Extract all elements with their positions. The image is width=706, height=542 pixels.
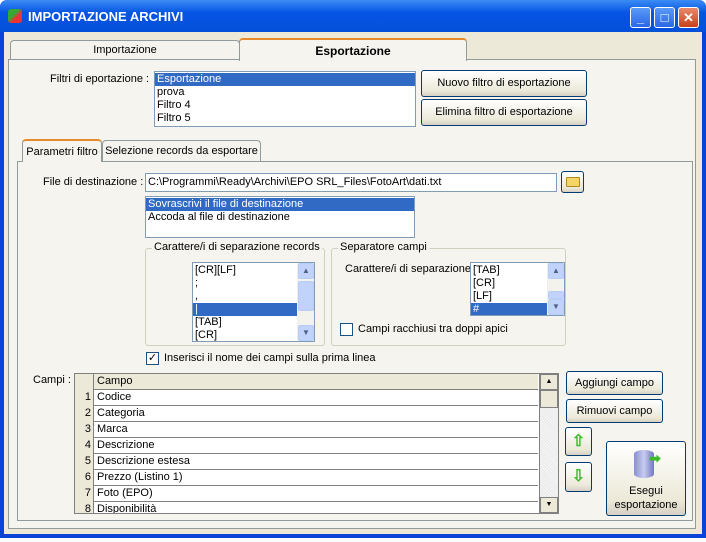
run-label: esportazione xyxy=(614,499,678,511)
write-mode-list[interactable]: Sovrascrivi il file di destinazione Acco… xyxy=(145,196,415,238)
filter-item[interactable]: Filtro 4 xyxy=(155,99,415,112)
arrow-up-icon: ⇧ xyxy=(571,433,586,450)
field-sep-item[interactable]: # xyxy=(471,303,547,315)
record-sep-item[interactable]: , xyxy=(193,290,297,303)
move-up-button[interactable]: ⇧ xyxy=(565,427,592,456)
field-sep-title: Separatore campi xyxy=(338,241,429,253)
close-button[interactable]: ✕ xyxy=(678,7,699,28)
field-sep-item[interactable]: [TAB] xyxy=(471,264,547,277)
move-down-button[interactable]: ⇩ xyxy=(565,462,592,492)
write-mode-item[interactable]: Sovrascrivi il file di destinazione xyxy=(146,198,414,211)
remove-field-button[interactable]: Rimuovi campo xyxy=(566,399,663,423)
table-row[interactable]: 8 Disponibilità xyxy=(75,502,538,513)
delete-filter-button[interactable]: Elimina filtro di esportazione xyxy=(421,99,587,126)
record-sep-item[interactable]: | xyxy=(193,303,297,316)
app-icon xyxy=(8,9,22,23)
header-line-checkbox[interactable]: ✓ xyxy=(146,352,159,365)
record-sep-title: Carattere/i di separazione records xyxy=(152,241,322,253)
tab-selezione-records[interactable]: Selezione records da esportare xyxy=(102,140,261,161)
grid-header: Campo xyxy=(75,374,538,390)
grid-scrollbar[interactable]: ▲ ▼ xyxy=(539,374,558,513)
field-sep-item[interactable]: [CR] xyxy=(471,277,547,290)
scroll-up-icon[interactable]: ▲ xyxy=(298,263,314,279)
add-field-button[interactable]: Aggiungi campo xyxy=(566,371,663,395)
record-sep-item[interactable]: [TAB] xyxy=(193,316,297,329)
scroll-up-icon[interactable]: ▲ xyxy=(540,374,558,390)
window-title: IMPORTAZIONE ARCHIVI xyxy=(28,9,184,24)
table-row[interactable]: 1 Codice xyxy=(75,390,538,406)
scroll-thumb[interactable] xyxy=(548,291,564,299)
quotes-checkbox[interactable] xyxy=(340,323,353,336)
filter-item[interactable]: Filtro 5 xyxy=(155,112,415,125)
column-header-campo[interactable]: Campo xyxy=(97,374,132,389)
fields-label: Campi : xyxy=(33,374,71,386)
minimize-button[interactable]: _ xyxy=(630,7,651,28)
table-row[interactable]: 5 Descrizione estesa xyxy=(75,454,538,470)
filters-list[interactable]: Esportazione prova Filtro 4 Filtro 5 xyxy=(154,71,416,127)
record-sep-scrollbar[interactable]: ▲ ▼ xyxy=(297,263,314,341)
field-sep-list[interactable]: [TAB] [CR] [LF] # ▲ ▼ xyxy=(470,262,565,316)
record-sep-list[interactable]: [CR][LF] ; , | [TAB] [CR] ▲ ▼ xyxy=(192,262,315,342)
filters-label: Filtri di eportazione : xyxy=(50,73,150,85)
run-label: Esegui xyxy=(629,485,663,497)
tab-importazione[interactable]: Importazione xyxy=(10,40,240,60)
table-row[interactable]: 6 Prezzo (Listino 1) xyxy=(75,470,538,486)
destination-label: File di destinazione : xyxy=(43,176,144,188)
table-row[interactable]: 2 Categoria xyxy=(75,406,538,422)
tab-esportazione[interactable]: Esportazione xyxy=(239,38,467,61)
filter-item[interactable]: prova xyxy=(155,86,415,99)
new-filter-button[interactable]: Nuovo filtro di esportazione xyxy=(421,70,587,97)
write-mode-item[interactable]: Accoda al file di destinazione xyxy=(146,211,414,224)
filter-item[interactable]: Esportazione xyxy=(155,73,415,86)
destination-input[interactable]: C:\Programmi\Ready\Archivi\EPO SRL_Files… xyxy=(145,173,557,192)
record-sep-item[interactable]: ; xyxy=(193,277,297,290)
field-sep-label: Carattere/i di separazione xyxy=(345,263,471,275)
folder-icon xyxy=(566,177,580,187)
scroll-thumb[interactable] xyxy=(298,281,314,311)
field-sep-scrollbar[interactable]: ▲ ▼ xyxy=(547,263,564,315)
field-sep-item[interactable]: [LF] xyxy=(471,290,547,303)
quotes-label: Campi racchiusi tra doppi apici xyxy=(358,323,508,335)
arrow-down-icon: ⇩ xyxy=(571,468,586,485)
header-line-label: Inserisci il nome dei campi sulla prima … xyxy=(164,352,376,364)
scroll-thumb[interactable] xyxy=(540,390,558,408)
record-sep-item[interactable]: [CR][LF] xyxy=(193,264,297,277)
scroll-up-icon[interactable]: ▲ xyxy=(548,263,564,279)
scroll-down-icon[interactable]: ▼ xyxy=(540,497,558,513)
table-row[interactable]: 4 Descrizione xyxy=(75,438,538,454)
browse-button[interactable] xyxy=(561,171,584,193)
scroll-down-icon[interactable]: ▼ xyxy=(548,299,564,315)
table-row[interactable]: 7 Foto (EPO) xyxy=(75,486,538,502)
fields-grid[interactable]: Campo 1 Codice 2 Categoria 3 Marca 4 Descriz… xyxy=(74,373,559,514)
maximize-button[interactable]: □ xyxy=(654,7,675,28)
record-sep-item[interactable]: [CR] xyxy=(193,329,297,341)
tab-parametri-filtro[interactable]: Parametri filtro xyxy=(22,139,102,162)
run-export-button[interactable]: ➡ Esegui esportazione xyxy=(606,441,686,516)
table-row[interactable]: 3 Marca xyxy=(75,422,538,438)
scroll-down-icon[interactable]: ▼ xyxy=(298,325,314,341)
